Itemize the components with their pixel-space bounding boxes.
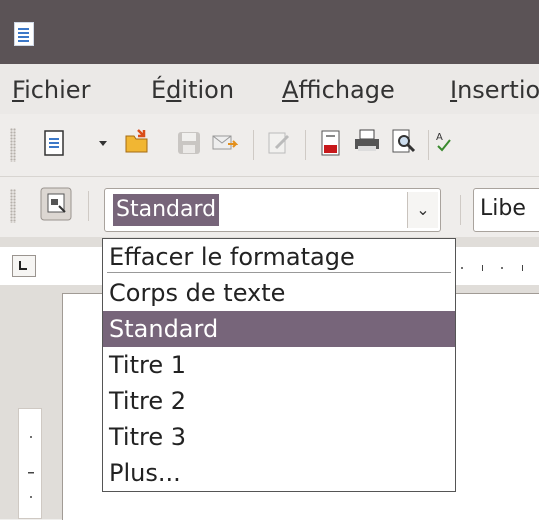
- spellcheck-icon[interactable]: A: [436, 128, 462, 154]
- dropdown-separator: [107, 272, 451, 273]
- dropdown-item-heading-3[interactable]: Titre 3: [103, 419, 455, 455]
- vertical-ruler-ticks: [28, 436, 34, 498]
- chevron-down-icon: ⌄: [416, 200, 430, 219]
- menu-insertion[interactable]: Insertio: [450, 76, 539, 104]
- writer-document-icon: [14, 22, 34, 46]
- ruler-ticks: [461, 265, 523, 271]
- menu-fichier[interactable]: Fichier: [12, 76, 90, 104]
- toolbar-separator: [305, 130, 306, 160]
- paragraph-style-dropdown-button[interactable]: ⌄: [407, 192, 438, 228]
- dropdown-item-standard[interactable]: Standard: [103, 311, 455, 347]
- toolbar-separator: [428, 130, 429, 160]
- menu-edition[interactable]: Édition: [151, 76, 234, 104]
- toolbar-grip[interactable]: [10, 128, 16, 162]
- dropdown-item-more-styles[interactable]: Plus...: [103, 455, 455, 491]
- toolbar-separator: [460, 195, 461, 225]
- open-folder-icon[interactable]: [124, 128, 150, 154]
- menu-bar: Fichier Édition Affichage Insertio: [0, 64, 539, 114]
- dropdown-item-heading-2[interactable]: Titre 2: [103, 383, 455, 419]
- dropdown-item-body-text[interactable]: Corps de texte: [103, 275, 455, 311]
- svg-text:A: A: [436, 132, 443, 143]
- edit-mode-icon[interactable]: [266, 130, 292, 156]
- print-icon[interactable]: [354, 128, 380, 154]
- toolbar-grip[interactable]: [10, 189, 16, 223]
- title-bar: [0, 0, 539, 64]
- dropdown-item-heading-1[interactable]: Titre 1: [103, 347, 455, 383]
- email-icon[interactable]: [212, 130, 238, 156]
- font-name-value: Libe: [480, 196, 526, 221]
- menu-affichage[interactable]: Affichage: [282, 76, 395, 104]
- save-icon[interactable]: [176, 130, 202, 156]
- styles-formatting-icon[interactable]: [40, 187, 72, 221]
- paragraph-style-dropdown-list: Effacer le formatage Corps de texte Stan…: [102, 238, 456, 492]
- new-document-icon[interactable]: [42, 130, 68, 156]
- toolbar-separator: [88, 191, 89, 221]
- toolbar-separator: [253, 130, 254, 160]
- print-preview-icon[interactable]: [390, 128, 416, 154]
- vertical-ruler[interactable]: [18, 408, 42, 519]
- font-name-combobox[interactable]: Libe: [473, 188, 539, 232]
- paragraph-style-combobox[interactable]: Standard: [104, 188, 441, 232]
- paragraph-style-value: Standard: [113, 194, 220, 226]
- standard-toolbar: A: [0, 114, 539, 177]
- export-pdf-icon[interactable]: [318, 130, 344, 156]
- new-dropdown-arrow-icon[interactable]: [90, 130, 116, 156]
- tab-stop-selector[interactable]: [12, 255, 36, 277]
- dropdown-item-clear-formatting[interactable]: Effacer le formatage: [103, 239, 455, 275]
